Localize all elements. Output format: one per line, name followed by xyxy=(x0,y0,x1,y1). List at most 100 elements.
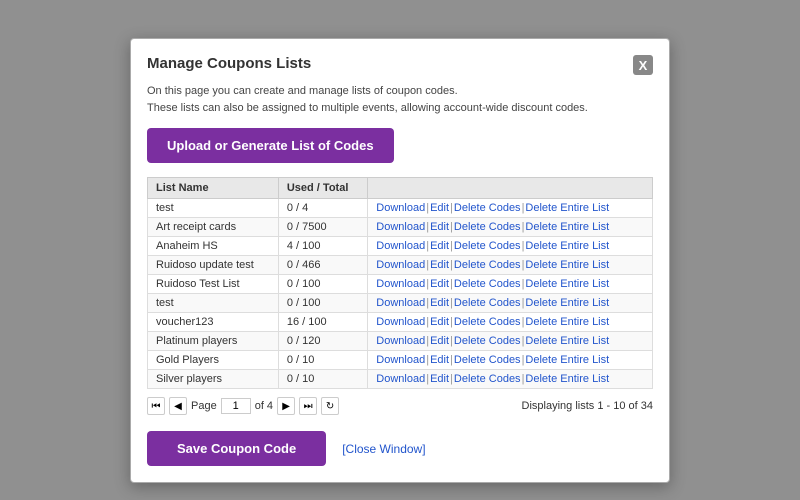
row-used-total: 0 / 10 xyxy=(278,370,367,389)
close-window-link[interactable]: [Close Window] xyxy=(342,442,425,456)
pagination-info: Displaying lists 1 - 10 of 34 xyxy=(522,400,653,412)
row-list-name: Ruidoso update test xyxy=(148,256,279,275)
delete-entire-link[interactable]: Delete Entire List xyxy=(525,259,609,271)
edit-link[interactable]: Edit xyxy=(430,202,449,214)
table-body: test0 / 4Download|Edit|Delete Codes|Dele… xyxy=(148,199,653,389)
table-row: test0 / 4Download|Edit|Delete Codes|Dele… xyxy=(148,199,653,218)
download-link[interactable]: Download xyxy=(376,202,425,214)
delete-entire-link[interactable]: Delete Entire List xyxy=(525,297,609,309)
delete-codes-link[interactable]: Delete Codes xyxy=(454,297,521,309)
of-label: of 4 xyxy=(255,400,273,412)
prev-page-button[interactable]: ◀ xyxy=(169,397,187,415)
delete-codes-link[interactable]: Delete Codes xyxy=(454,335,521,347)
refresh-button[interactable]: ↻ xyxy=(321,397,339,415)
row-list-name: Platinum players xyxy=(148,332,279,351)
download-link[interactable]: Download xyxy=(376,335,425,347)
row-list-name: Silver players xyxy=(148,370,279,389)
delete-codes-link[interactable]: Delete Codes xyxy=(454,278,521,290)
page-label: Page xyxy=(191,400,217,412)
row-actions: Download|Edit|Delete Codes|Delete Entire… xyxy=(368,313,653,332)
table-row: Ruidoso update test0 / 466Download|Edit|… xyxy=(148,256,653,275)
modal-footer: Save Coupon Code [Close Window] xyxy=(147,431,653,466)
table-row: Art receipt cards0 / 7500Download|Edit|D… xyxy=(148,218,653,237)
edit-link[interactable]: Edit xyxy=(430,335,449,347)
close-modal-button[interactable]: X xyxy=(633,55,653,75)
download-link[interactable]: Download xyxy=(376,221,425,233)
download-link[interactable]: Download xyxy=(376,316,425,328)
download-link[interactable]: Download xyxy=(376,297,425,309)
row-used-total: 0 / 100 xyxy=(278,294,367,313)
row-actions: Download|Edit|Delete Codes|Delete Entire… xyxy=(368,351,653,370)
delete-entire-link[interactable]: Delete Entire List xyxy=(525,335,609,347)
delete-entire-link[interactable]: Delete Entire List xyxy=(525,316,609,328)
upload-generate-button[interactable]: Upload or Generate List of Codes xyxy=(147,128,394,163)
row-list-name: Art receipt cards xyxy=(148,218,279,237)
table-row: test0 / 100Download|Edit|Delete Codes|De… xyxy=(148,294,653,313)
edit-link[interactable]: Edit xyxy=(430,316,449,328)
first-page-button[interactable]: ⏮ xyxy=(147,397,165,415)
row-list-name: Gold Players xyxy=(148,351,279,370)
download-link[interactable]: Download xyxy=(376,259,425,271)
table-row: Platinum players0 / 120Download|Edit|Del… xyxy=(148,332,653,351)
delete-entire-link[interactable]: Delete Entire List xyxy=(525,373,609,385)
download-link[interactable]: Download xyxy=(376,278,425,290)
row-used-total: 4 / 100 xyxy=(278,237,367,256)
row-used-total: 0 / 4 xyxy=(278,199,367,218)
next-page-button[interactable]: ▶ xyxy=(277,397,295,415)
download-link[interactable]: Download xyxy=(376,354,425,366)
edit-link[interactable]: Edit xyxy=(430,221,449,233)
delete-codes-link[interactable]: Delete Codes xyxy=(454,240,521,252)
table-row: voucher12316 / 100Download|Edit|Delete C… xyxy=(148,313,653,332)
table-row: Anaheim HS4 / 100Download|Edit|Delete Co… xyxy=(148,237,653,256)
delete-codes-link[interactable]: Delete Codes xyxy=(454,373,521,385)
delete-entire-link[interactable]: Delete Entire List xyxy=(525,221,609,233)
row-actions: Download|Edit|Delete Codes|Delete Entire… xyxy=(368,218,653,237)
row-actions: Download|Edit|Delete Codes|Delete Entire… xyxy=(368,199,653,218)
row-list-name: test xyxy=(148,294,279,313)
save-coupon-code-button[interactable]: Save Coupon Code xyxy=(147,431,326,466)
row-list-name: voucher123 xyxy=(148,313,279,332)
pagination-bar: ⏮ ◀ Page of 4 ▶ ⏭ ↻ Displaying lists 1 -… xyxy=(147,397,653,415)
last-page-button[interactable]: ⏭ xyxy=(299,397,317,415)
row-actions: Download|Edit|Delete Codes|Delete Entire… xyxy=(368,332,653,351)
delete-entire-link[interactable]: Delete Entire List xyxy=(525,354,609,366)
row-actions: Download|Edit|Delete Codes|Delete Entire… xyxy=(368,275,653,294)
delete-codes-link[interactable]: Delete Codes xyxy=(454,316,521,328)
row-actions: Download|Edit|Delete Codes|Delete Entire… xyxy=(368,237,653,256)
table-header: List Name Used / Total xyxy=(148,178,653,199)
row-list-name: Anaheim HS xyxy=(148,237,279,256)
col-used-total: Used / Total xyxy=(278,178,367,199)
modal-description: On this page you can create and manage l… xyxy=(147,83,653,116)
description-line2: These lists can also be assigned to mult… xyxy=(147,102,588,114)
pagination-controls: ⏮ ◀ Page of 4 ▶ ⏭ ↻ xyxy=(147,397,339,415)
row-actions: Download|Edit|Delete Codes|Delete Entire… xyxy=(368,370,653,389)
delete-entire-link[interactable]: Delete Entire List xyxy=(525,240,609,252)
page-number-input[interactable] xyxy=(221,398,251,414)
row-used-total: 0 / 120 xyxy=(278,332,367,351)
edit-link[interactable]: Edit xyxy=(430,240,449,252)
table-row: Silver players0 / 10Download|Edit|Delete… xyxy=(148,370,653,389)
delete-entire-link[interactable]: Delete Entire List xyxy=(525,202,609,214)
edit-link[interactable]: Edit xyxy=(430,297,449,309)
download-link[interactable]: Download xyxy=(376,240,425,252)
edit-link[interactable]: Edit xyxy=(430,373,449,385)
row-used-total: 0 / 100 xyxy=(278,275,367,294)
row-list-name: Ruidoso Test List xyxy=(148,275,279,294)
row-actions: Download|Edit|Delete Codes|Delete Entire… xyxy=(368,256,653,275)
row-used-total: 0 / 466 xyxy=(278,256,367,275)
delete-codes-link[interactable]: Delete Codes xyxy=(454,259,521,271)
delete-codes-link[interactable]: Delete Codes xyxy=(454,202,521,214)
download-link[interactable]: Download xyxy=(376,373,425,385)
edit-link[interactable]: Edit xyxy=(430,354,449,366)
coupon-lists-table: List Name Used / Total test0 / 4Download… xyxy=(147,177,653,389)
delete-codes-link[interactable]: Delete Codes xyxy=(454,354,521,366)
delete-codes-link[interactable]: Delete Codes xyxy=(454,221,521,233)
row-actions: Download|Edit|Delete Codes|Delete Entire… xyxy=(368,294,653,313)
edit-link[interactable]: Edit xyxy=(430,278,449,290)
table-row: Ruidoso Test List0 / 100Download|Edit|De… xyxy=(148,275,653,294)
row-list-name: test xyxy=(148,199,279,218)
edit-link[interactable]: Edit xyxy=(430,259,449,271)
table-row: Gold Players0 / 10Download|Edit|Delete C… xyxy=(148,351,653,370)
delete-entire-link[interactable]: Delete Entire List xyxy=(525,278,609,290)
row-used-total: 16 / 100 xyxy=(278,313,367,332)
